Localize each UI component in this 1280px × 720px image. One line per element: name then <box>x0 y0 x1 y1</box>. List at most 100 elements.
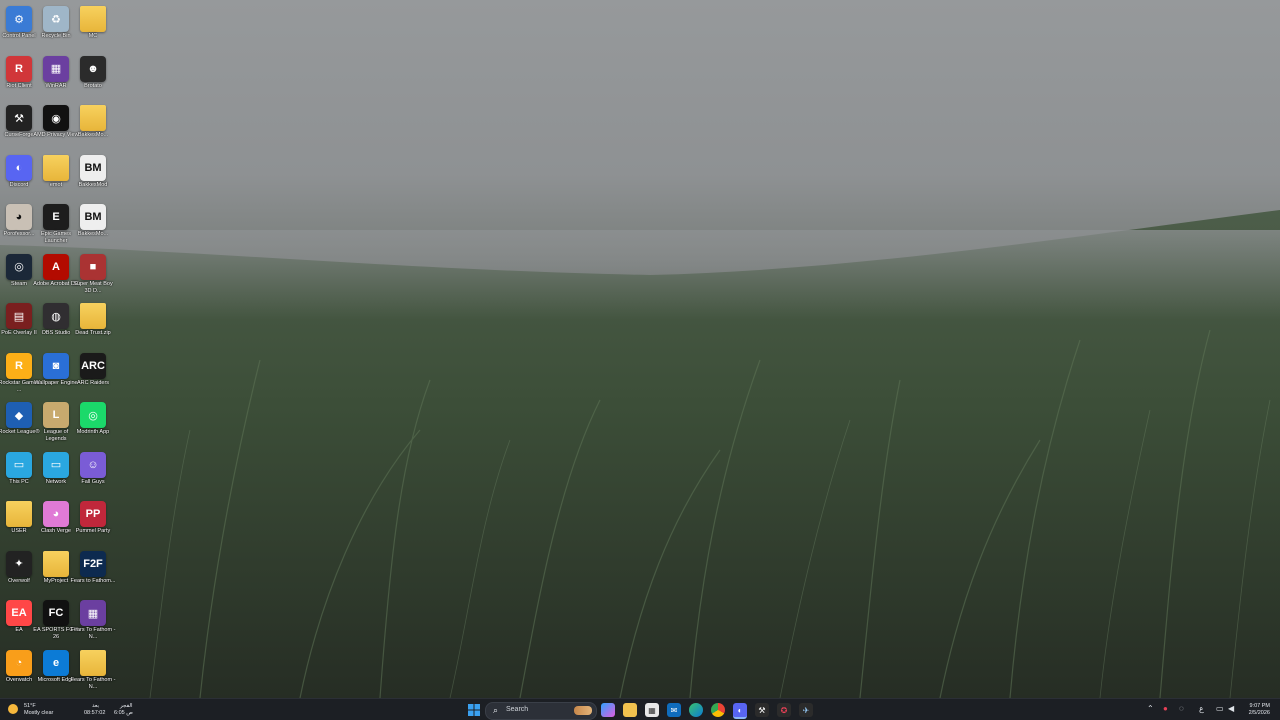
desktop-icon[interactable]: ▭ This PC <box>0 448 40 496</box>
display-icon[interactable]: ▭ <box>1216 704 1224 713</box>
app-icon: ◍ <box>43 303 69 329</box>
app-icon: ◕ <box>6 204 32 230</box>
show-hidden-icons-chevron-icon[interactable]: ⌃ <box>1147 704 1154 713</box>
app-icon: ■ <box>80 253 106 280</box>
desktop-icon[interactable]: ◔ Overwatch <box>0 646 40 694</box>
weather-sun-icon <box>8 704 18 714</box>
prayer-countdown: 08:57:02 <box>84 710 106 716</box>
riot-taskbar-icon[interactable]: ✪ <box>777 703 791 717</box>
app-icon: ▦ <box>80 600 106 626</box>
app-icon: ◕ <box>43 501 69 527</box>
desktop-icon[interactable]: ♻ Recycle Bin <box>37 2 77 50</box>
desktop-icon[interactable]: BakkesMo... <box>74 101 114 149</box>
desktop-icon-label: Fears to Fathom... <box>70 577 116 584</box>
app-icon: R <box>6 55 32 82</box>
tray-app-icon[interactable]: ● <box>1163 704 1168 713</box>
desktop-icon[interactable]: ◙ Wallpaper Engine <box>34 349 78 397</box>
search-label: Search <box>506 706 529 713</box>
desktop-icon[interactable]: ■ Super Meat Boy 3D D... <box>73 250 114 298</box>
desktop-icon[interactable]: ◎ Modrinth App <box>74 398 114 446</box>
app-icon: ☻ <box>80 55 106 82</box>
prayer-name: الفجر <box>120 703 133 709</box>
desktop-icon[interactable]: BM BakkesMo... <box>74 200 114 248</box>
desktop-icon[interactable]: Fears To Fathom - N... <box>71 646 115 694</box>
outlook-icon[interactable]: ✉ <box>667 703 681 717</box>
folder-icon <box>6 501 32 527</box>
folder-icon <box>43 154 69 181</box>
app-icon: BM <box>80 204 106 230</box>
weather-widget[interactable]: 51°F Mostly clear <box>6 699 66 720</box>
desktop-icon[interactable]: ◐ Discord <box>0 151 40 199</box>
clock-date: 2/5/2026 <box>1248 710 1270 716</box>
system-clock[interactable]: 9:07 PM 2/5/2026 <box>1242 699 1274 720</box>
desktop-icon[interactable]: MyProject <box>37 547 77 595</box>
app-icon: ▭ <box>43 451 69 478</box>
desktop-icon[interactable]: F2F Fears to Fathom... <box>71 547 115 595</box>
desktop-icon[interactable]: ◕ Clash Verge <box>37 497 77 545</box>
volume-icon[interactable]: ◀ <box>1228 704 1234 713</box>
microsoft-store-icon[interactable]: ▦ <box>645 703 659 717</box>
desktop-icon[interactable]: ARC ARC Raiders <box>74 349 114 397</box>
desktop-icon-label: BakkesMo... <box>77 132 109 138</box>
app-icon: ⚒ <box>6 105 32 131</box>
desktop-icon-label: BakkesMod <box>78 181 108 188</box>
desktop-icon-label: MC <box>88 33 98 39</box>
desktop-icon[interactable]: ▦ Fears To Fathom - N... <box>71 596 115 644</box>
desktop-icon[interactable]: L League of Legends <box>37 398 77 446</box>
app-icon: ✦ <box>6 550 32 577</box>
search-highlight-icon <box>574 706 592 715</box>
desktop-icon[interactable]: ✦ Overwolf <box>0 547 40 595</box>
desktop-icon[interactable]: ☺ Fall Guys <box>74 448 114 496</box>
file-explorer-icon[interactable] <box>623 703 637 717</box>
start-button[interactable] <box>467 703 481 717</box>
app-icon: F2F <box>80 550 106 577</box>
desktop-icon[interactable]: PP Pummel Party <box>74 497 114 545</box>
desktop-icon[interactable]: R Rockstar Games ... <box>0 349 40 397</box>
copilot-icon[interactable] <box>601 703 615 717</box>
app-icon: ◎ <box>6 253 32 280</box>
search-icon: ⌕ <box>493 705 499 715</box>
desktop-icon[interactable]: ◎ Steam <box>0 250 40 298</box>
folder-icon <box>80 6 106 32</box>
game-launcher-taskbar-icon[interactable]: ✈ <box>799 703 813 717</box>
app-icon: ◐ <box>6 154 32 181</box>
app-icon: ▤ <box>6 303 32 329</box>
edge-taskbar-icon[interactable] <box>689 703 703 717</box>
language-indicator[interactable]: ع <box>1199 704 1204 713</box>
desktop-icon[interactable]: ⚒ CurseForge <box>0 101 40 149</box>
chrome-icon[interactable] <box>711 703 725 717</box>
app-icon: ☺ <box>80 451 106 478</box>
desktop-icon[interactable]: ◉ AMD Privacy View <box>33 101 79 149</box>
tray-network-app-icon[interactable]: ◌ <box>1179 704 1184 713</box>
prayer-times-widget[interactable]: بعد الفجر 08:57:02 6:05 ص <box>84 699 144 720</box>
app-icon: E <box>43 204 69 230</box>
folder-icon <box>43 550 69 577</box>
app-icon: ⚙ <box>6 6 32 32</box>
desktop-icon[interactable]: ◍ OBS Studio <box>37 299 77 347</box>
desktop-icon[interactable]: Dead Trust.zip <box>74 299 114 347</box>
desktop-icon[interactable]: USER <box>0 497 40 545</box>
app-icon: FC <box>43 600 69 626</box>
desktop-icon[interactable]: ▦ WinRAR <box>37 52 77 100</box>
desktop-icon[interactable]: ☻ Brotato <box>74 52 114 100</box>
app-icon: ◙ <box>43 352 69 379</box>
app-icon: ◎ <box>80 402 106 428</box>
desktop-icon[interactable]: E Epic Games Launcher <box>37 200 77 248</box>
app-icon: ◔ <box>6 649 32 676</box>
prayer-clock: 6:05 ص <box>114 710 133 716</box>
desktop-icon[interactable]: emot <box>37 151 77 199</box>
discord-taskbar-icon[interactable]: ◐ <box>733 703 747 719</box>
clock-time: 9:07 PM <box>1249 703 1270 709</box>
curseforge-taskbar-icon[interactable]: ⚒ <box>755 703 769 717</box>
taskbar-search-box[interactable]: ⌕ Search <box>485 702 597 720</box>
desktop-icon[interactable]: ▤ PoE Overlay II <box>0 299 40 347</box>
desktop-icon[interactable]: MC <box>74 2 114 50</box>
app-icon: ◉ <box>43 105 69 131</box>
desktop-icon-label: Dead Trust.zip <box>75 330 111 336</box>
desktop-icon[interactable]: ⚙ Control Panel <box>0 2 40 50</box>
weather-temp: 51°F <box>24 703 36 709</box>
desktop-icon[interactable]: R Riot Client <box>0 52 40 100</box>
desktop-icon[interactable]: ▭ Network <box>37 448 77 496</box>
app-icon: ▭ <box>6 451 32 478</box>
desktop-icon[interactable]: BM BakkesMod <box>74 151 114 199</box>
